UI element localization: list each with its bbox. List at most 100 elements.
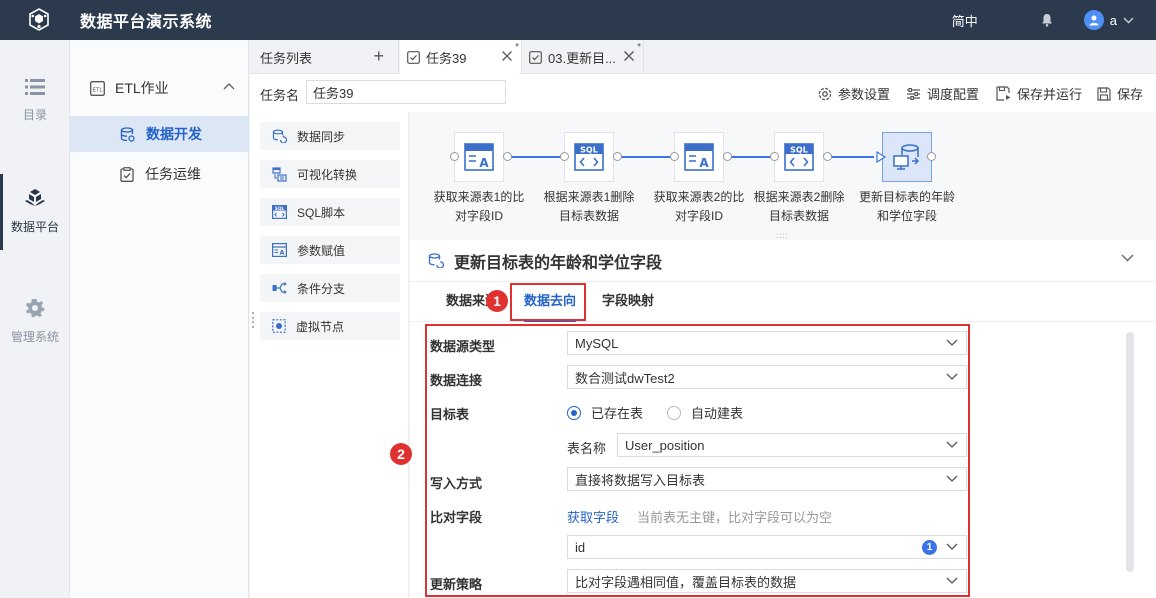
flow-port[interactable] — [770, 152, 779, 161]
tab-update-target[interactable]: 03.更新目... * — [522, 40, 644, 74]
flow-port[interactable] — [927, 152, 936, 161]
detail-title: 更新目标表的年龄和学位字段 — [454, 254, 663, 272]
sql-icon: SQL — [784, 143, 814, 171]
save-and-run-label: 保存并运行 — [1017, 87, 1083, 102]
chevron-down-icon — [946, 441, 958, 449]
flow-node-update-target[interactable] — [882, 132, 932, 182]
chevron-down-icon — [946, 339, 958, 347]
etl-group-header[interactable]: ETL ETL作业 — [70, 70, 249, 106]
primary-nav: 目录 数据平台 管理系统 — [0, 40, 70, 598]
selected-count-badge: 1 — [922, 540, 937, 555]
svg-text:A: A — [279, 249, 284, 257]
user-name: a — [1109, 12, 1117, 28]
app-logo-icon[interactable] — [26, 7, 52, 33]
radio-existing-label: 已存在表 — [591, 406, 644, 421]
palette-virtual-node[interactable]: 虚拟节点 — [260, 312, 400, 340]
palette-param-assign-label: 参数赋值 — [297, 243, 346, 258]
table-name-value: User_position — [625, 437, 705, 453]
write-mode-value: 直接将数据写入目标表 — [575, 472, 706, 488]
task-name-input[interactable] — [306, 80, 506, 104]
connection-value: 数合测试dwTest2 — [575, 370, 675, 386]
tab-task39-label: 任务39 — [426, 50, 467, 66]
palette-visual-transform[interactable]: 可视化转换 — [260, 160, 400, 188]
compare-field-select[interactable]: id 1 — [567, 535, 967, 559]
svg-text:SQL: SQL — [275, 206, 285, 212]
chevron-down-icon — [946, 373, 958, 381]
palette-data-sync[interactable]: 数据同步 — [260, 122, 400, 150]
update-strategy-label: 更新策略 — [430, 577, 483, 592]
flow-node-get-field-1[interactable]: A — [454, 132, 504, 182]
task-list-tab[interactable]: 任务列表 + — [250, 40, 399, 74]
bell-icon[interactable] — [1040, 13, 1054, 27]
connection-select[interactable]: 数合测试dwTest2 — [567, 365, 967, 389]
database-icon — [120, 126, 135, 142]
palette-sql-script[interactable]: SQL SQL脚本 — [260, 198, 400, 226]
flow-node-get-field-2[interactable]: A — [674, 132, 724, 182]
flow-edge — [506, 156, 564, 158]
data-sync-icon — [428, 253, 444, 268]
radio-auto-create[interactable]: 自动建表 — [667, 403, 743, 422]
tab-data-destination[interactable]: 数据去向 — [524, 282, 577, 322]
palette-resize-handle[interactable] — [252, 312, 258, 328]
flow-port[interactable] — [670, 152, 679, 161]
source-type-select[interactable]: MySQL — [567, 331, 967, 355]
canvas-resize-grip[interactable]: :::: — [776, 231, 789, 240]
flow-port[interactable] — [450, 152, 459, 161]
palette-data-sync-label: 数据同步 — [297, 129, 346, 144]
nav-catalog[interactable]: 目录 — [0, 78, 70, 123]
nav-admin[interactable]: 管理系统 — [0, 298, 70, 345]
data-sync-icon — [272, 129, 287, 143]
radio-existing-table[interactable]: 已存在表 — [567, 403, 643, 422]
save-label: 保存 — [1117, 87, 1144, 102]
tab-field-mapping[interactable]: 字段映射 — [602, 282, 654, 322]
param-assign-icon: A — [464, 143, 494, 171]
form-scrollbar[interactable] — [1126, 332, 1134, 572]
task-list-label: 任务列表 — [260, 50, 313, 66]
schedule-config-button[interactable]: 调度配置 — [906, 84, 979, 103]
table-name-label: 表名称 — [567, 441, 607, 456]
target-table-label: 目标表 — [430, 407, 470, 422]
update-strategy-select[interactable]: 比对字段遇相同值，覆盖目标表的数据 — [567, 569, 967, 593]
get-fields-link[interactable]: 获取字段 — [567, 507, 619, 526]
flow-node-delete-target-1[interactable]: SQL — [564, 132, 614, 182]
flow-node-label: 根据来源表1删除 目标表数据 — [543, 190, 635, 223]
svg-text:A: A — [479, 156, 489, 170]
svg-text:SQL: SQL — [790, 146, 808, 155]
table-name-select[interactable]: User_position — [617, 433, 967, 457]
nav-data-platform[interactable]: 数据平台 — [0, 174, 70, 250]
source-type-label: 数据源类型 — [430, 339, 496, 354]
close-icon[interactable] — [501, 50, 513, 62]
flow-port[interactable] — [723, 152, 732, 161]
update-strategy-value: 比对字段遇相同值，覆盖目标表的数据 — [575, 574, 797, 590]
language-switch[interactable]: 简中 — [952, 11, 978, 30]
chevron-down-icon — [946, 475, 958, 483]
nav-catalog-label: 目录 — [22, 108, 47, 122]
flow-port[interactable] — [560, 152, 569, 161]
save-and-run-button[interactable]: 保存并运行 — [996, 84, 1082, 103]
secnav-item-data-dev[interactable]: 数据开发 — [70, 116, 249, 152]
save-button[interactable]: 保存 — [1097, 84, 1143, 103]
close-icon[interactable] — [623, 50, 635, 62]
add-tab-button[interactable]: + — [373, 47, 384, 65]
flow-edge — [726, 156, 774, 158]
sliders-icon — [906, 87, 921, 101]
palette-condition-branch[interactable]: 条件分支 — [260, 274, 400, 302]
chevron-down-icon — [946, 577, 958, 585]
param-settings-button[interactable]: 参数设置 — [818, 84, 890, 103]
etl-group-label: ETL作业 — [115, 80, 169, 96]
data-sync-icon — [893, 144, 920, 170]
palette-param-assign[interactable]: A 参数赋值 — [260, 236, 400, 264]
flow-node-delete-target-2[interactable]: SQL — [774, 132, 824, 182]
flow-node-label: 获取来源表1的比 对字段ID — [433, 190, 525, 223]
top-right-actions: 简中 a — [952, 0, 1156, 40]
flow-edge — [616, 156, 674, 158]
palette-virtual-node-label: 虚拟节点 — [296, 319, 345, 334]
flow-port[interactable] — [503, 152, 512, 161]
flow-port[interactable] — [613, 152, 622, 161]
user-menu[interactable]: a — [1083, 10, 1134, 30]
tab-task39[interactable]: 任务39 * — [400, 40, 522, 74]
write-mode-select[interactable]: 直接将数据写入目标表 — [567, 467, 967, 491]
chevron-down-icon[interactable] — [1121, 254, 1134, 262]
flow-port[interactable] — [823, 152, 832, 161]
secnav-item-task-ops[interactable]: 任务运维 — [70, 156, 249, 192]
